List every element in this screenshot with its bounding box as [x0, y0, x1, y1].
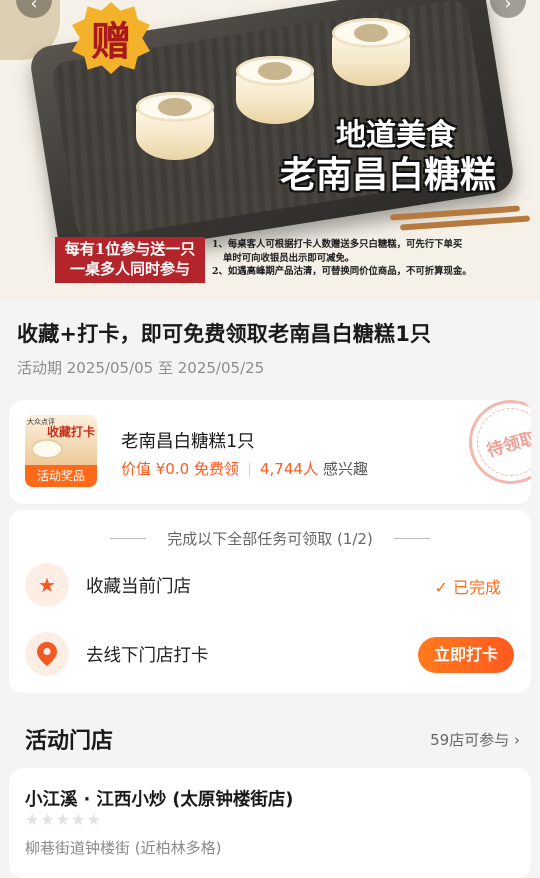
rule-text: 2、如遇高峰期产品沽清，可替换同价位商品，不可折算现金。: [212, 266, 472, 277]
rating-stars: ★★★★★: [25, 810, 102, 829]
stamp-text: 待领取: [484, 427, 531, 462]
stores-count-link[interactable]: 59店可参与 ›: [430, 729, 520, 750]
activity-period: 活动期 2025/05/05 至 2025/05/25: [17, 359, 265, 377]
promo-box: 每有1位参与送一只 一桌多人同时参与: [55, 237, 205, 283]
task-label: 收藏当前门店: [86, 577, 191, 597]
task-completed-status: ✓ 已完成: [434, 578, 502, 597]
chevron-right-icon: ›: [504, 0, 512, 14]
divider: |: [246, 459, 252, 478]
checkin-now-button[interactable]: 立即打卡: [418, 637, 514, 673]
prize-label: 活动奖品: [25, 465, 97, 487]
star-icon: ★: [25, 563, 69, 607]
dish-title-line2: 老南昌白糖糕: [279, 154, 496, 196]
interest-count: 4,744人: [260, 460, 318, 478]
rule-text: 单时可向收银员出示即可减免。: [223, 252, 355, 264]
location-pin-icon: [25, 632, 69, 676]
task-row-checkin: 去线下门店打卡 立即打卡: [9, 630, 531, 680]
cake-image: [332, 18, 410, 90]
task-label: 去线下门店打卡: [86, 646, 209, 666]
gift-badge-text: 赠: [91, 18, 131, 65]
tasks-card: 完成以下全部任务可领取 (1/2) ★ 收藏当前门店 ✓ 已完成 去线下门店打卡…: [9, 510, 531, 693]
promo-rules: 1、每桌客人可根据打卡人数赠送多只白糖糕，可先行下单买 单时可向收银员出示即可减…: [212, 238, 502, 279]
prize-meta: 价值 ¥0.0 免费领 | 4,744人 感兴趣: [121, 458, 368, 479]
thumb-title: 收藏打卡: [46, 425, 95, 439]
dish-title: 地道美食 老南昌白糖糕: [280, 118, 496, 196]
promo-line: 一桌多人同时参与: [69, 260, 190, 278]
chevron-left-icon: ‹: [30, 0, 38, 14]
task-row-favorite: ★ 收藏当前门店 ✓ 已完成: [9, 561, 531, 611]
tasks-header: 完成以下全部任务可领取 (1/2): [167, 530, 373, 548]
store-name: 小江溪 · 江西小炒 (太原钟楼街店): [25, 790, 294, 810]
hero-banner: 赠 地道美食 老南昌白糖糕 ‹ › 每有1位参与送一只 一桌多人同时参与 1、每…: [0, 0, 540, 300]
prize-value: 价值 ¥0.0 免费领: [121, 460, 239, 478]
store-address: 柳巷街道钟楼街 (近柏林多格): [25, 839, 222, 857]
promo-line: 每有1位参与送一只: [64, 240, 196, 258]
prize-thumbnail: 大众点评 收藏打卡 活动奖品: [25, 415, 97, 487]
prize-name: 老南昌白糖糕1只: [121, 432, 255, 452]
prize-card[interactable]: 大众点评 收藏打卡 活动奖品 老南昌白糖糕1只 价值 ¥0.0 免费领 | 4,…: [9, 400, 531, 504]
activity-title: 收藏+打卡，即可免费领取老南昌白糖糕1只: [17, 322, 432, 346]
pending-claim-stamp: 待领取: [459, 400, 531, 494]
stores-section-title: 活动门店: [25, 729, 114, 754]
interest-label: 感兴趣: [322, 460, 368, 478]
cake-thumb-image: [33, 441, 61, 457]
cake-image: [136, 92, 214, 164]
share-button[interactable]: ›: [490, 0, 526, 18]
store-card[interactable]: 小江溪 · 江西小炒 (太原钟楼街店) ★★★★★ 柳巷街道钟楼街 (近柏林多格…: [9, 768, 531, 878]
rule-text: 1、每桌客人可根据打卡人数赠送多只白糖糕，可先行下单买: [212, 239, 463, 250]
dish-title-line1: 地道美食: [336, 118, 456, 153]
